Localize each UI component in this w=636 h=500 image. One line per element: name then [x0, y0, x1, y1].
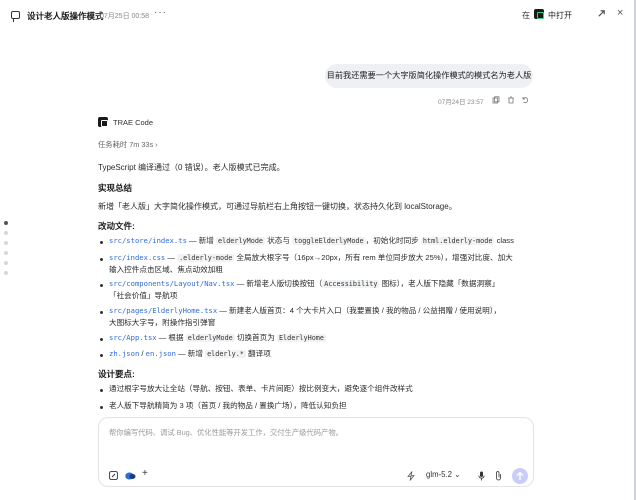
model-selector[interactable]: glm-5.2 ⌄: [426, 470, 461, 479]
message-input-box[interactable]: 帮你编写代码、调试 Bug、优化性能等开发工作，交付生产级代码产物。 + glm…: [98, 417, 534, 487]
lightning-icon[interactable]: [407, 471, 415, 481]
nav-dot[interactable]: [4, 261, 8, 265]
chat-icon: [11, 11, 20, 22]
bullet: [100, 241, 103, 244]
open-in-label-prefix: 在: [522, 11, 530, 20]
undo-icon[interactable]: [521, 96, 529, 104]
trae-app-icon[interactable]: [534, 9, 544, 19]
nav-dot[interactable]: [4, 231, 8, 235]
bullet: [100, 338, 103, 341]
attachment-icon[interactable]: [494, 470, 503, 481]
send-button[interactable]: [512, 468, 528, 484]
conversation-title[interactable]: 设计老人版操作模式: [27, 10, 104, 22]
list-item: src/store/index.ts — 新增 elderlyMode 状态与 …: [109, 236, 514, 245]
file-link[interactable]: src/pages/ElderlyHome.tsx: [109, 306, 217, 315]
status-text: TypeScript 编译通过（0 错误）。老人版模式已完成。: [98, 163, 285, 172]
image-attach-icon[interactable]: [125, 471, 136, 480]
list-item: src/pages/ElderlyHome.tsx — 新建老人版首页：4 个大…: [109, 306, 502, 315]
open-in-button[interactable]: 中打开: [548, 10, 572, 21]
bullet: [100, 258, 103, 261]
list-item-continuation: 「社会价值」导航项: [109, 291, 178, 300]
conversation-time: 07月25日 00:58: [100, 13, 150, 20]
trae-logo-icon: [98, 117, 108, 127]
close-icon[interactable]: ×: [617, 7, 623, 19]
microphone-icon[interactable]: [478, 471, 485, 481]
list-item: zh.json / en.json — 新增 elderly.* 翻译项: [109, 349, 271, 358]
bullet: [100, 311, 103, 314]
more-options-icon[interactable]: ···: [154, 7, 167, 18]
add-icon[interactable]: +: [142, 468, 148, 479]
assistant-name: TRAE Code: [113, 118, 154, 127]
bullet: [100, 406, 103, 409]
file-link[interactable]: src/store/index.ts: [109, 236, 187, 245]
list-item: src/components/Layout/Nav.tsx — 新增老人版切换按…: [109, 279, 500, 288]
copy-icon[interactable]: [492, 96, 500, 104]
changes-heading: 改动文件:: [98, 221, 135, 231]
summary-text: 新增「老人版」大字简化操作模式，可通过导航栏右上角按钮一键切换，状态持久化到 l…: [98, 202, 457, 211]
bullet: [100, 354, 103, 357]
summary-heading: 实现总结: [98, 183, 133, 193]
list-item-continuation: 输入控件点击区域、焦点动效加粗: [109, 265, 223, 274]
file-link[interactable]: zh.json: [109, 349, 139, 358]
file-link[interactable]: src/App.tsx: [109, 333, 157, 342]
nav-dot[interactable]: [4, 251, 8, 255]
file-link[interactable]: src/components/Layout/Nav.tsx: [109, 279, 235, 288]
file-link[interactable]: en.json: [146, 349, 176, 358]
chat-window: 设计老人版操作模式 07月25日 00:58 ··· 在 中打开 × 目前我还需…: [0, 0, 636, 500]
user-message-bubble: 目前我还需要一个大字版简化操作模式的模式名为老人版: [325, 64, 533, 88]
bullet: [100, 284, 103, 287]
delete-icon[interactable]: [507, 96, 515, 104]
list-item: src/App.tsx — 根据 elderlyMode 切换首页为 Elder…: [109, 333, 326, 342]
header: 设计老人版操作模式 07月25日 00:58 ··· 在 中打开 ×: [0, 0, 634, 30]
nav-dot[interactable]: [4, 271, 8, 275]
list-item: src/index.css — .elderly-mode 全局放大根字号（16…: [109, 253, 513, 262]
edit-mode-icon[interactable]: [109, 471, 118, 480]
list-item: 通过根字号放大让全站（导航、按钮、表单、卡片间距）按比例变大，避免逐个组件改样式: [109, 384, 413, 393]
message-input[interactable]: 帮你编写代码、调试 Bug、优化性能等开发工作，交付生产级代码产物。: [109, 428, 343, 438]
bullet: [100, 389, 103, 392]
external-link-icon[interactable]: [597, 9, 606, 18]
list-item: 老人版下导航精简为 3 项（首页 / 我的物品 / 置换广场），降低认知负担: [109, 401, 347, 410]
arrow-up-icon: [516, 471, 524, 480]
file-link[interactable]: src/index.css: [109, 253, 165, 262]
nav-dot[interactable]: [4, 221, 8, 225]
user-message-time: 07月24日 23:57: [438, 99, 484, 106]
task-duration-toggle[interactable]: 任务耗时 7m 33s ›: [98, 140, 158, 150]
list-item-continuation: 大图标大字号，附操作指引弹窗: [109, 318, 216, 327]
design-heading: 设计要点:: [98, 369, 135, 379]
nav-dot[interactable]: [4, 241, 8, 245]
